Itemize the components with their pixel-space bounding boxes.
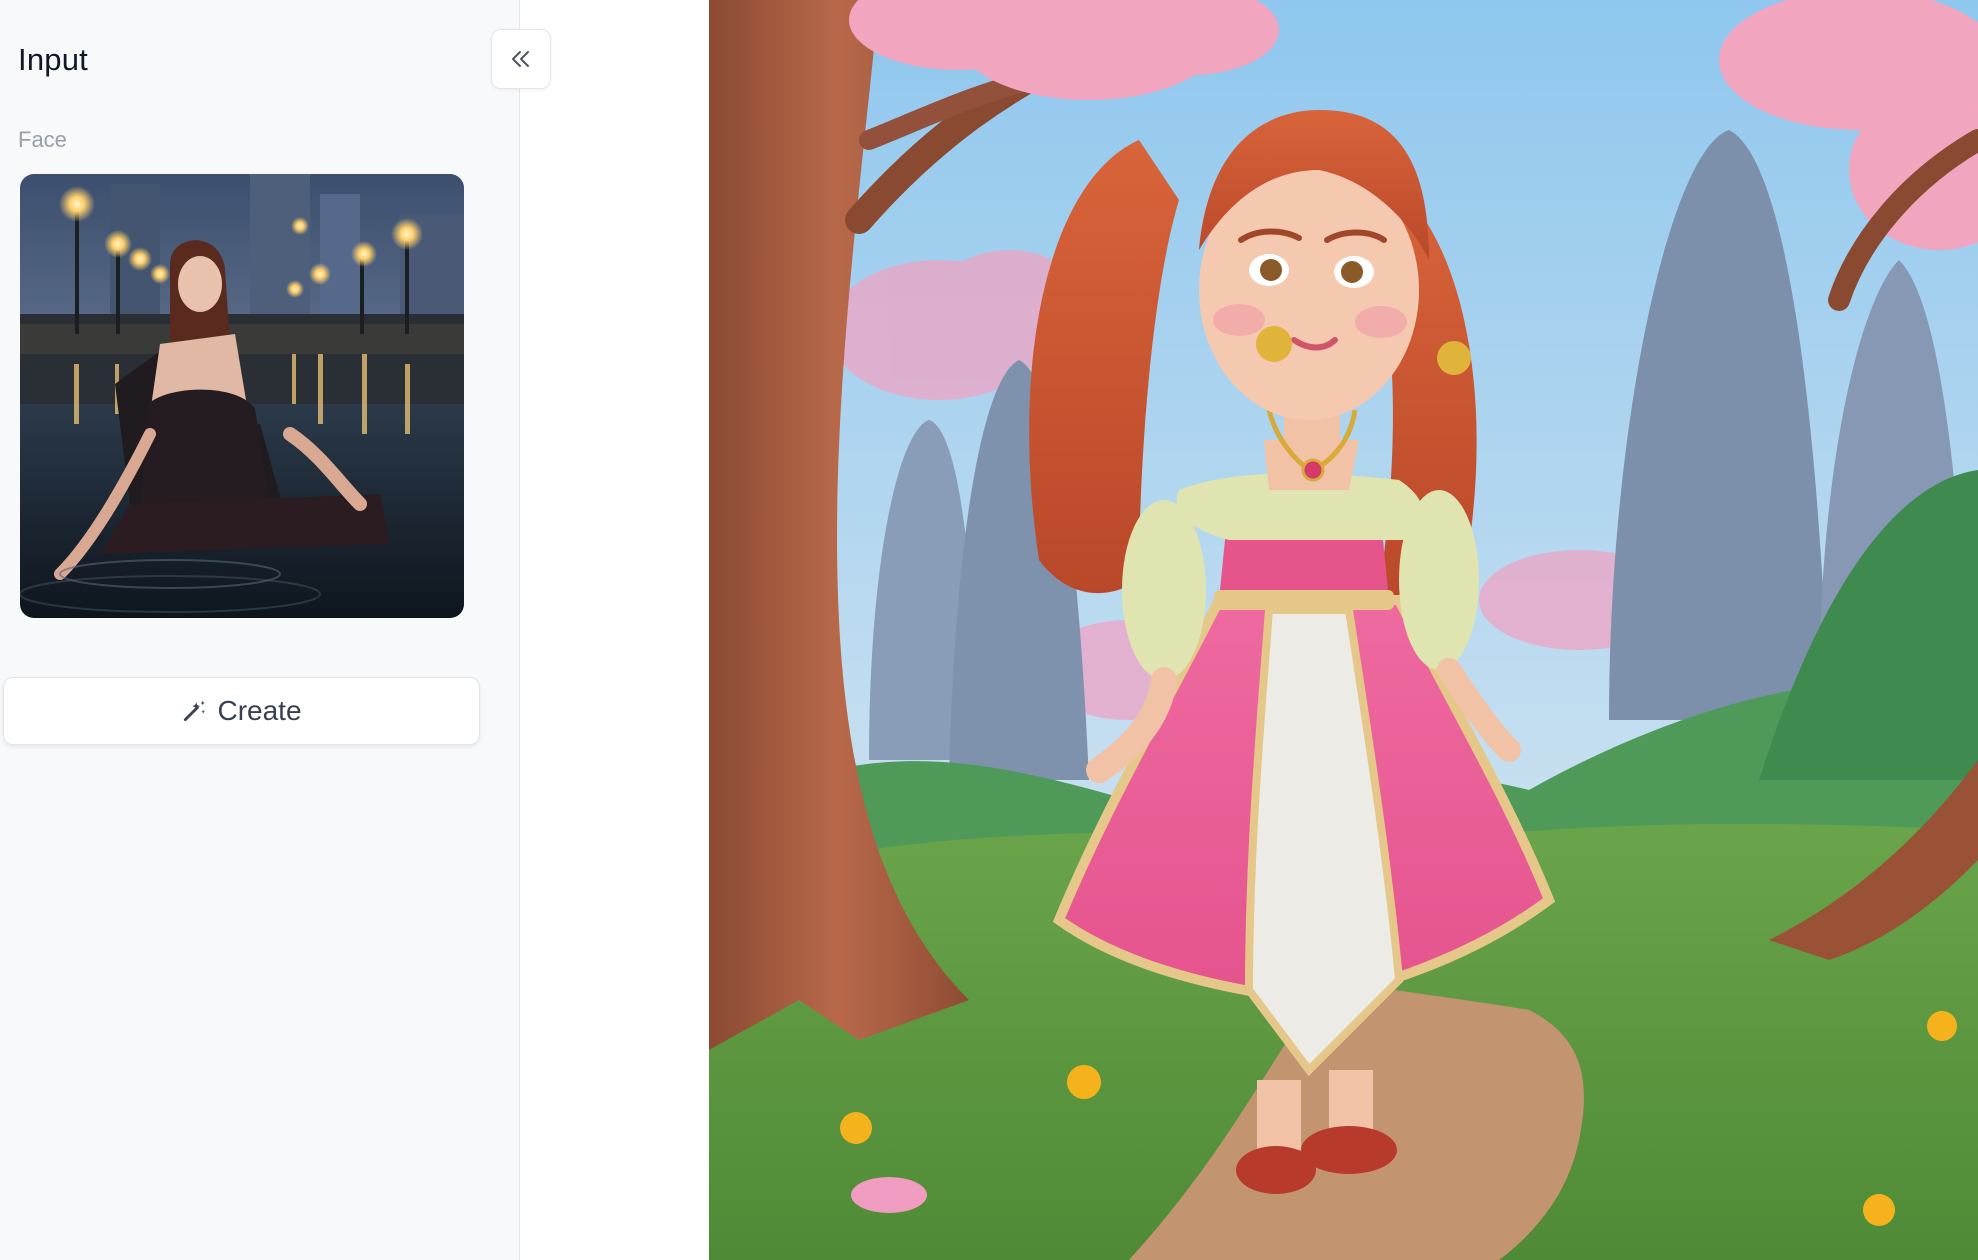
input-panel: Input Face Create	[0, 0, 520, 1260]
double-chevron-left-icon	[512, 51, 529, 67]
result-illustration	[709, 0, 1978, 1260]
face-photo	[20, 174, 464, 618]
panel-title: Input	[18, 42, 88, 77]
magic-wand-icon	[184, 700, 206, 722]
create-button-label: Create	[217, 695, 302, 726]
result-image	[709, 0, 1978, 1260]
face-image[interactable]	[20, 174, 464, 618]
face-label: Face	[18, 127, 67, 152]
create-button[interactable]: Create	[3, 677, 480, 745]
collapse-sidebar-button[interactable]	[491, 29, 551, 89]
